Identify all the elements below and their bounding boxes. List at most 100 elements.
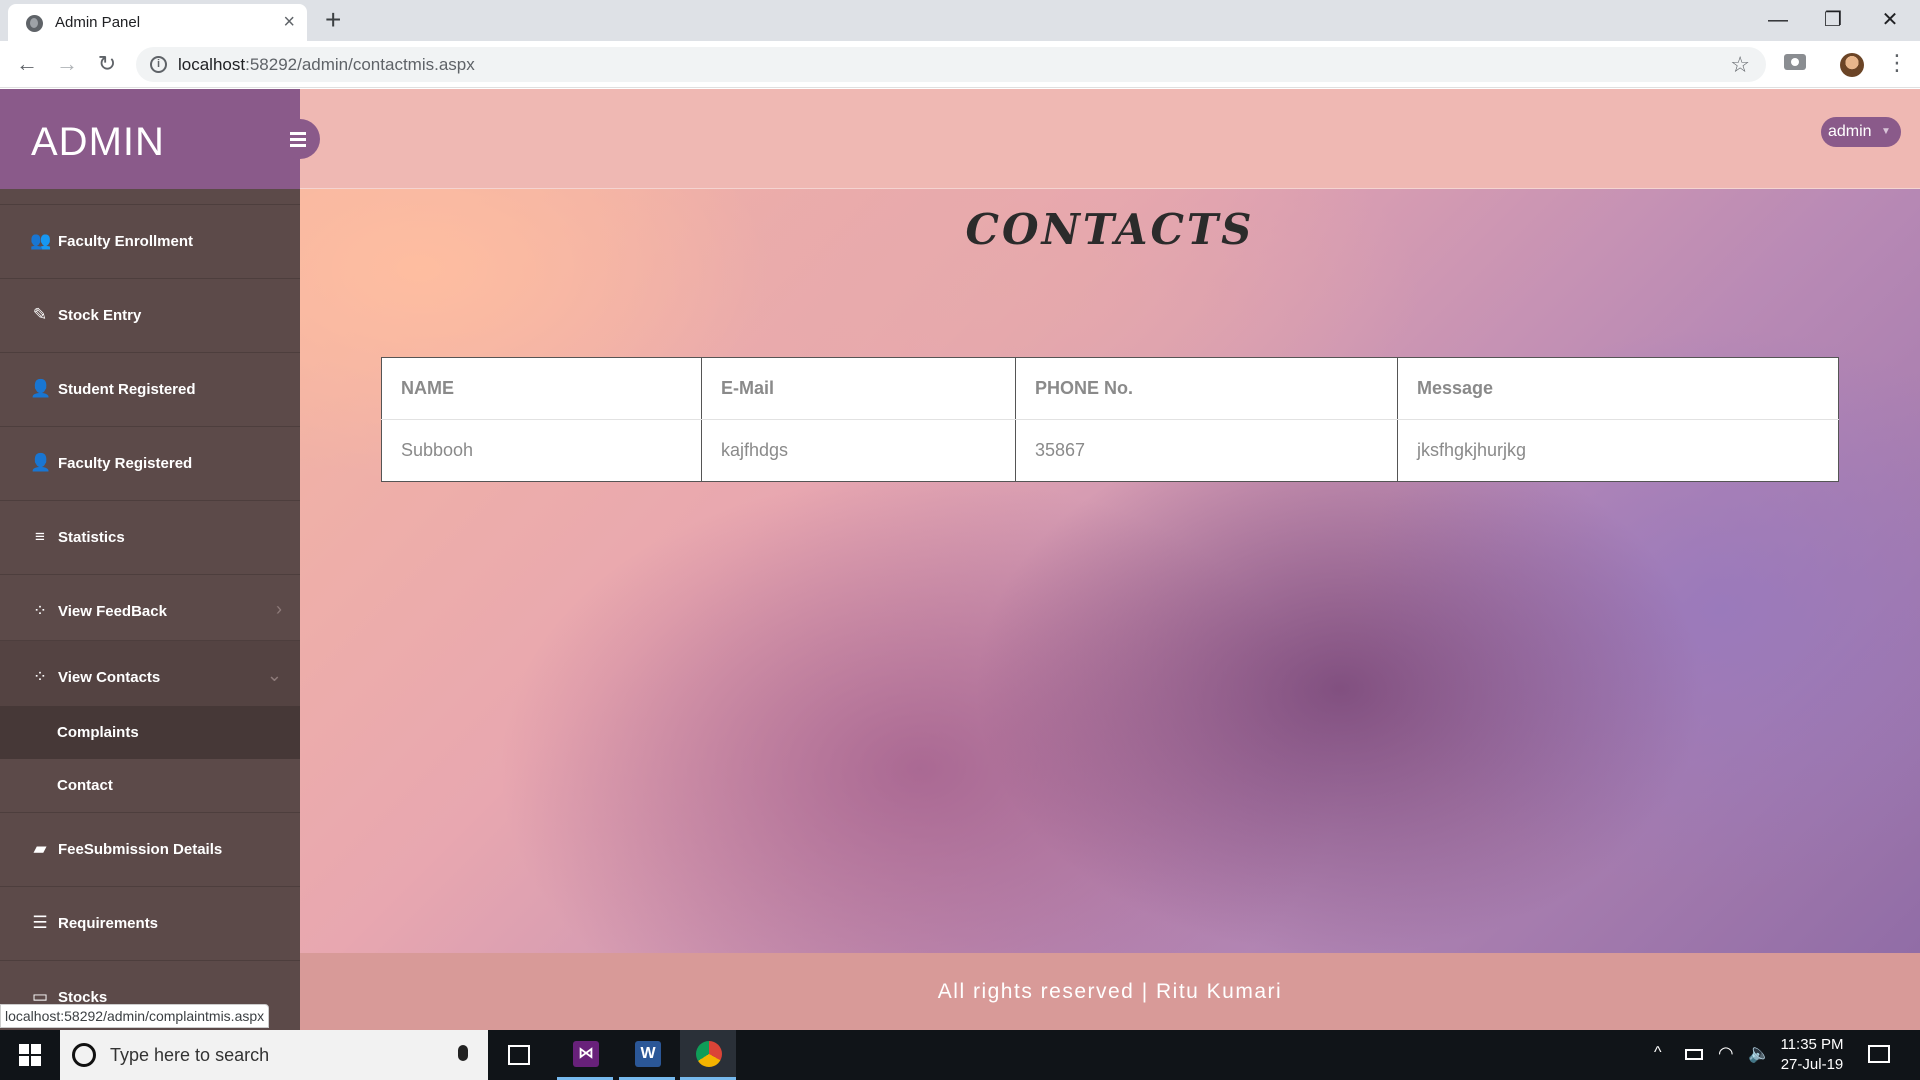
taskbar-search[interactable]: Type here to search [60, 1030, 488, 1080]
show-hidden-icons-icon[interactable]: ^ [1654, 1044, 1662, 1062]
page-title: CONTACTS [965, 205, 1255, 254]
chevron-down-icon: ⌄ [266, 665, 282, 685]
clock-date: 27-Jul-19 [1780, 1056, 1844, 1073]
sidebar-item-view-contacts[interactable]: ⁘ View Contacts ⌄ [0, 640, 300, 706]
browser-menu-icon[interactable]: ⋮ [1886, 50, 1908, 76]
table-row: Subbooh kajfhdgs 35867 jksfhgkjhurjkg [381, 419, 1839, 482]
forward-icon[interactable]: → [52, 50, 82, 80]
column-header: NAME [381, 357, 702, 420]
new-tab-icon[interactable]: + [325, 5, 341, 35]
battery-icon[interactable] [1685, 1049, 1703, 1060]
sidebar-item-faculty-enrollment[interactable]: 👥 Faculty Enrollment [0, 204, 300, 278]
reload-icon[interactable]: ↻ [92, 50, 122, 80]
profile-avatar[interactable] [1840, 53, 1864, 77]
grid-icon: ⁘ [32, 667, 48, 686]
task-view-icon[interactable] [508, 1045, 530, 1065]
grid-icon: ⁘ [32, 601, 48, 620]
taskbar-clock[interactable]: 11:35 PM 27-Jul-19 [1766, 1035, 1858, 1075]
sidebar-item-faculty-registered[interactable]: 👤 Faculty Registered [0, 426, 300, 500]
sidebar-item-requirements[interactable]: ☰ Requirements [0, 886, 300, 960]
browser-tab[interactable]: Admin Panel × [8, 4, 307, 41]
sidebar-item-label: Student Registered [58, 381, 196, 398]
notification-center-icon[interactable] [1868, 1045, 1890, 1063]
brand-header: ADMIN [0, 89, 300, 189]
sidebar-item-feesubmission-details[interactable]: ▰ FeeSubmission Details [0, 812, 300, 886]
footer: All rights reserved | Ritu Kumari [300, 953, 1920, 1030]
contacts-table: NAME E-Mail PHONE No. Message Subbooh ka… [381, 357, 1839, 482]
user-plus-icon: 👤 [30, 453, 52, 472]
info-icon[interactable]: i [150, 56, 167, 73]
user-icon: 👤 [30, 379, 52, 398]
clock-time: 11:35 PM [1780, 1036, 1844, 1053]
user-dropdown[interactable]: admin ▼ [1821, 117, 1901, 147]
taskbar: Type here to search ⋈ W ^ ◠ 🔈 11:35 PM 2… [0, 1030, 1920, 1080]
chevron-right-icon: › [276, 599, 282, 619]
sidebar-item-view-feedback[interactable]: ⁘ View FeedBack › [0, 574, 300, 640]
sidebar-item-label: Faculty Enrollment [58, 233, 194, 250]
visual-studio-app[interactable]: ⋈ [557, 1030, 613, 1080]
sidebar-item-stock-entry[interactable]: ✎ Stock Entry [0, 278, 300, 352]
submenu-item-contact[interactable]: Contact [0, 759, 300, 812]
search-placeholder: Type here to search [110, 1045, 270, 1065]
column-header: PHONE No. [1015, 357, 1398, 420]
submenu-item-complaints[interactable]: Complaints [0, 706, 300, 759]
view-contacts-submenu: Complaints Contact [0, 706, 300, 812]
sidebar-item-label: Stock Entry [58, 307, 142, 324]
table-cell: kajfhdgs [701, 419, 1016, 482]
chrome-app[interactable] [680, 1030, 736, 1080]
microphone-icon[interactable] [458, 1045, 468, 1061]
bookmark-star-icon[interactable]: ☆ [1730, 52, 1750, 78]
browser-tab-strip: Admin Panel × + — ❐ ✕ [0, 0, 1920, 41]
caret-down-icon: ▼ [1881, 126, 1891, 137]
browser-toolbar: ← → ↻ i localhost:58292/admin/contactmis… [0, 41, 1920, 88]
word-icon: W [635, 1041, 661, 1067]
edit-icon: ✎ [32, 305, 48, 324]
windows-start-icon[interactable] [0, 1030, 60, 1080]
url-text[interactable]: localhost:58292/admin/contactmis.aspx [178, 55, 475, 75]
sidebar-item-statistics[interactable]: ≡ Statistics [0, 500, 300, 574]
brand-title: ADMIN [31, 120, 165, 164]
column-header: E-Mail [701, 357, 1016, 420]
user-name: admin [1828, 123, 1872, 140]
sidebar-item-label: View Contacts [58, 669, 161, 686]
table-header-row: NAME E-Mail PHONE No. Message [381, 357, 1839, 420]
sidebar-item-label: Statistics [58, 529, 125, 546]
globe-icon [26, 15, 43, 32]
sidebar-item-student-registered[interactable]: 👤 Student Registered [0, 352, 300, 426]
column-header: Message [1397, 357, 1839, 420]
word-app[interactable]: W [619, 1030, 675, 1080]
sidebar: ADMIN 👥 Faculty Enrollment ✎ Stock Entry… [0, 89, 300, 1030]
close-window-button[interactable]: ✕ [1862, 0, 1918, 41]
page-content: ADMIN 👥 Faculty Enrollment ✎ Stock Entry… [0, 89, 1920, 1030]
tab-title: Admin Panel [55, 14, 141, 31]
status-bar-url: localhost:58292/admin/complaintmis.aspx [0, 1004, 270, 1028]
book-icon: ▰ [33, 839, 47, 858]
back-icon[interactable]: ← [12, 50, 42, 80]
cortana-icon [72, 1043, 96, 1067]
chrome-icon [696, 1041, 722, 1067]
sidebar-menu: 👥 Faculty Enrollment ✎ Stock Entry 👤 Stu… [0, 204, 300, 1030]
url-host: localhost [178, 55, 246, 74]
top-header: admin ▼ [300, 89, 1920, 189]
hamburger-menu-icon[interactable] [278, 119, 320, 159]
camera-icon[interactable] [1784, 54, 1806, 70]
list-icon: ☰ [32, 913, 48, 932]
bars-icon: ≡ [35, 527, 45, 546]
minimize-button[interactable]: — [1750, 0, 1806, 41]
submenu-item-label: Contact [57, 777, 113, 794]
restore-button[interactable]: ❐ [1805, 0, 1861, 41]
users-icon: 👥 [30, 231, 52, 250]
address-bar[interactable]: i localhost:58292/admin/contactmis.aspx … [136, 47, 1766, 82]
sidebar-item-label: Requirements [58, 915, 159, 932]
visual-studio-icon: ⋈ [573, 1041, 599, 1067]
sidebar-item-label: View FeedBack [58, 603, 167, 620]
submenu-item-label: Complaints [57, 724, 139, 741]
url-path: :58292/admin/contactmis.aspx [245, 55, 475, 74]
close-tab-icon[interactable]: × [283, 11, 295, 33]
table-cell: 35867 [1015, 419, 1398, 482]
sidebar-item-label: Faculty Registered [58, 455, 193, 472]
wifi-icon[interactable]: ◠ [1718, 1043, 1734, 1064]
sidebar-item-label: FeeSubmission Details [58, 841, 223, 858]
footer-text: All rights reserved | Ritu Kumari [937, 980, 1283, 1003]
table-cell: jksfhgkjhurjkg [1397, 419, 1839, 482]
